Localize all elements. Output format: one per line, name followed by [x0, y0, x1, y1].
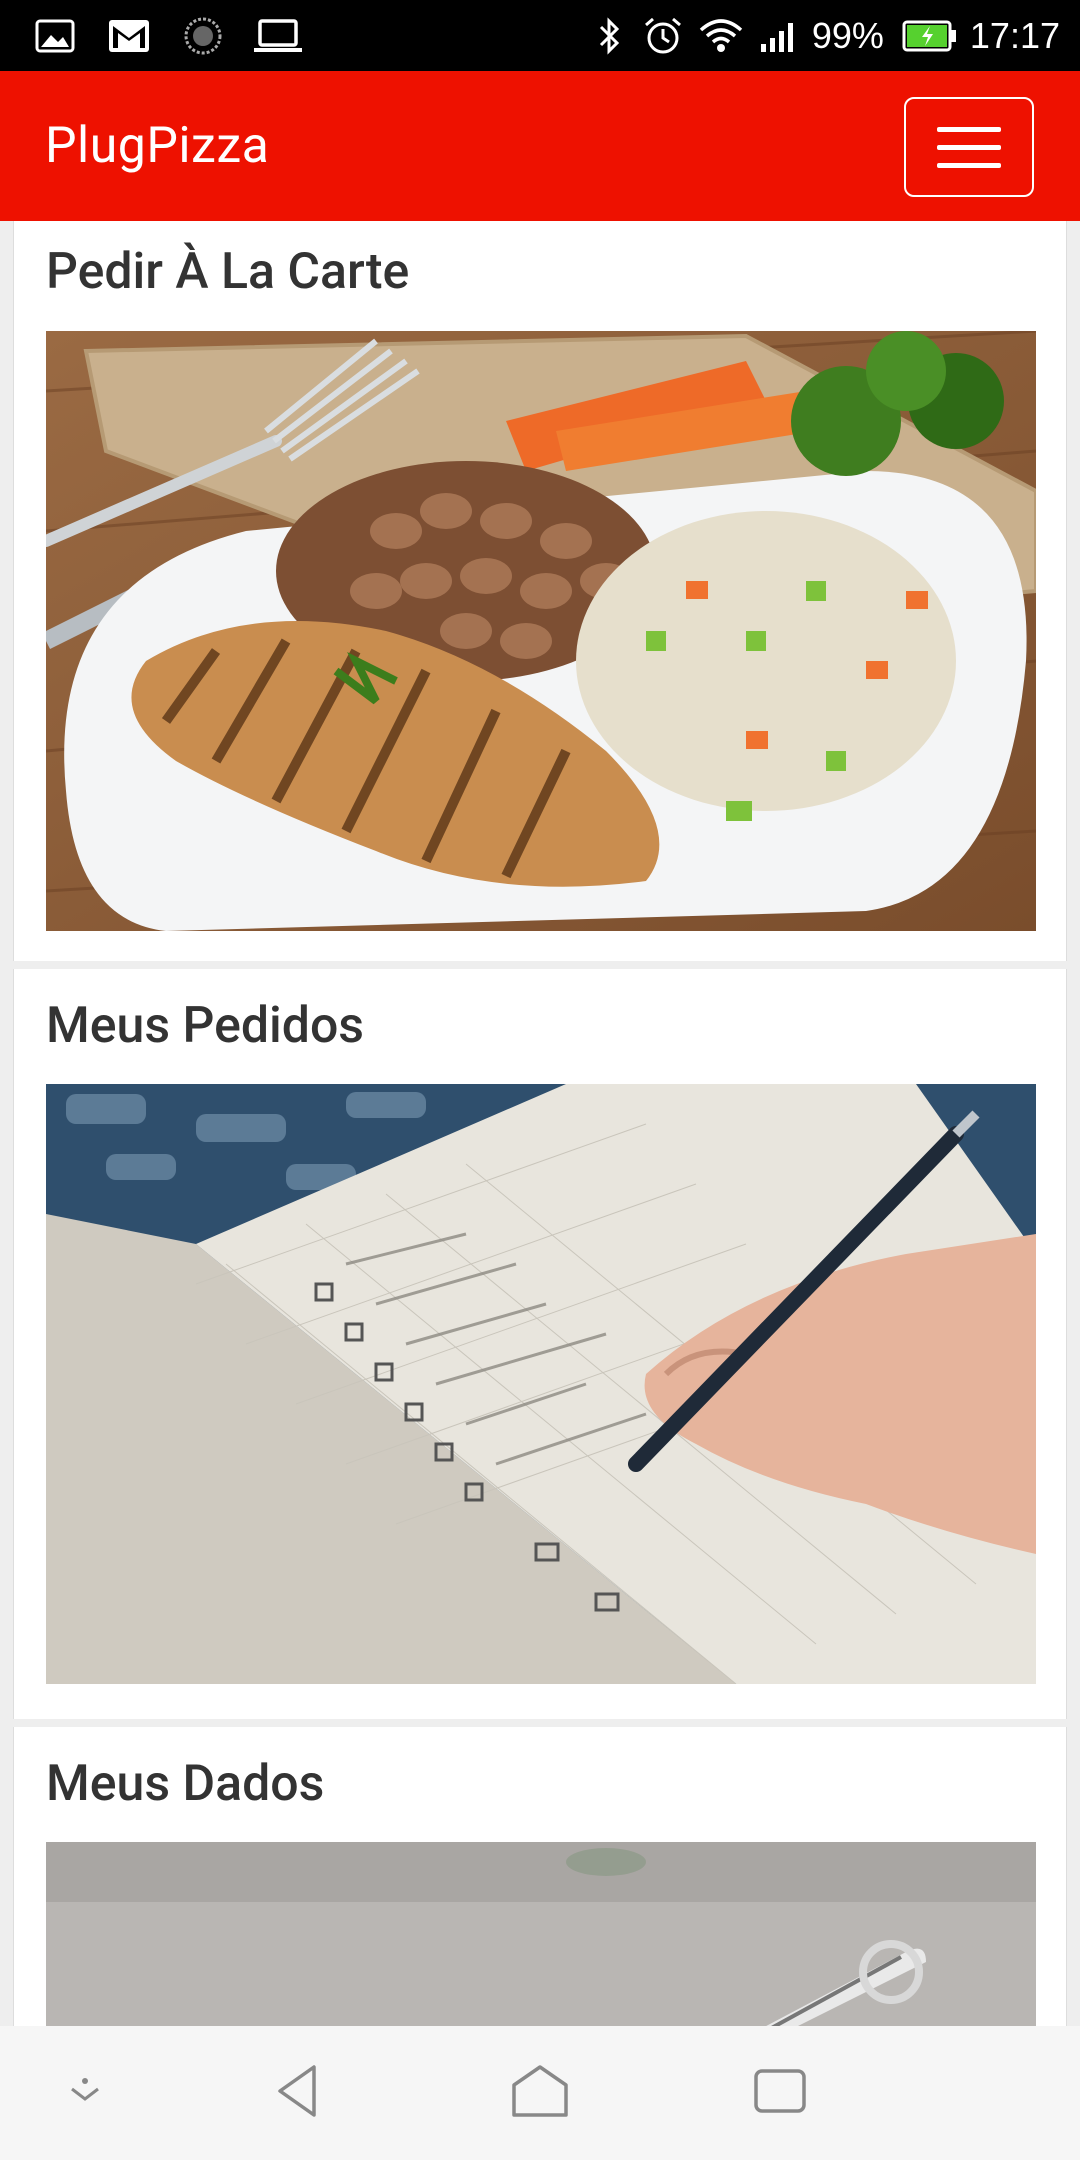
image-icon: [30, 10, 80, 62]
sync-icon: [178, 10, 228, 62]
battery-percent: 99%: [811, 15, 884, 56]
recents-icon[interactable]: [740, 2056, 820, 2126]
hamburger-icon-line: [937, 144, 1001, 150]
meal-plate-image[interactable]: [46, 331, 1036, 931]
status-bar: 99% 17:17: [0, 0, 1080, 71]
app-brand[interactable]: PlugPizza: [45, 117, 269, 175]
card-meus-pedidos[interactable]: Meus Pedidos: [13, 969, 1067, 1719]
alarm-icon: [640, 10, 686, 62]
app-header: PlugPizza: [0, 71, 1080, 221]
card-pedir-a-la-carte[interactable]: Pedir À La Carte: [13, 221, 1067, 961]
notebook-checklist-image[interactable]: [46, 1084, 1036, 1684]
wifi-icon: [696, 10, 746, 62]
clock: 17:17: [969, 15, 1060, 56]
back-icon[interactable]: [260, 2056, 340, 2126]
laptop-icon: [250, 10, 306, 62]
gmail-icon: [104, 10, 154, 62]
home-icon[interactable]: [500, 2056, 580, 2126]
collapse-icon[interactable]: [45, 2056, 125, 2126]
card-meus-dados[interactable]: Meus Dados: [13, 1727, 1067, 2026]
hamburger-icon-line: [937, 162, 1001, 168]
system-navigation-bar: [0, 2026, 1080, 2160]
card-title: Meus Dados: [46, 1755, 325, 1813]
bluetooth-icon: [592, 10, 628, 62]
personal-data-image[interactable]: [46, 1842, 1036, 2026]
signal-icon: [756, 10, 802, 62]
card-title: Meus Pedidos: [46, 997, 365, 1055]
card-title: Pedir À La Carte: [46, 243, 410, 301]
main-content: Pedir À La Carte Meus Pedidos Meus Dados: [0, 221, 1080, 2026]
battery-icon: [900, 10, 960, 62]
hamburger-icon-line: [937, 126, 1001, 132]
menu-toggle-button[interactable]: [904, 97, 1034, 197]
